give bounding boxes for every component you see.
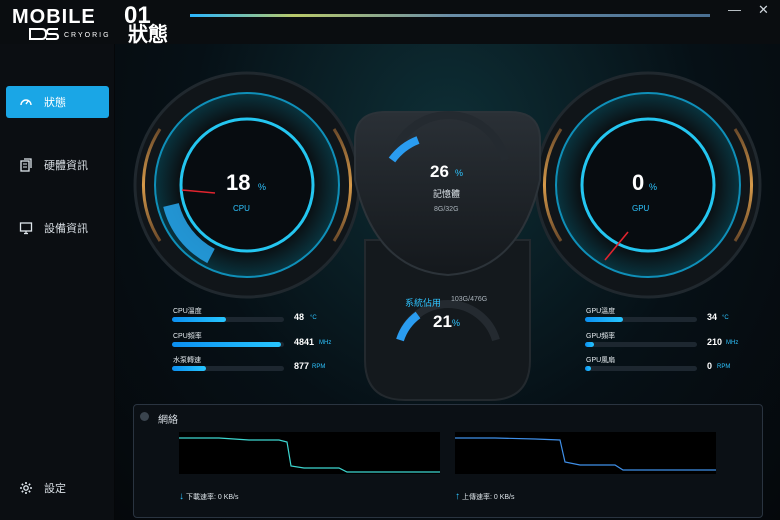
settings-label: 設定 (44, 483, 66, 495)
gpu-freq-value: 210 (707, 337, 723, 347)
cpu-temp-unit: °C (310, 315, 317, 321)
sidebar-item-label: 硬體資訊 (44, 160, 88, 172)
cpu-freq-value: 4841 (294, 337, 315, 347)
upload-graph (455, 432, 716, 474)
download-rate: ↓ 下載速率: 0 KB/s (179, 491, 239, 502)
gpu-temp-unit: °C (722, 315, 729, 321)
close-button[interactable]: ✕ (758, 2, 769, 18)
title-accent-line (190, 14, 710, 17)
watermark-sub: CRYORIG (64, 32, 111, 39)
upload-rate-unit: KB/s (499, 494, 515, 501)
gpu-usage-value: 0 (632, 170, 645, 195)
page-title: 狀態 (128, 24, 168, 46)
cpu-temp-label: CPU溫度 (173, 308, 202, 315)
upload-rate-label: 上傳速率: (461, 494, 492, 501)
cpu-gauge-label: CPU (233, 204, 250, 213)
gpu-freq-label: GPU頻率 (586, 333, 616, 340)
sidebar-item-hardware[interactable]: 硬體資訊 (6, 149, 109, 181)
pump-speed-unit: RPM (312, 364, 326, 370)
gpu-gauge-label: GPU (632, 204, 650, 213)
gpu-fan-unit: RPM (717, 364, 731, 370)
system-detail: 103G/476G (451, 296, 488, 303)
sidebar-item-status[interactable]: 狀態 (6, 86, 109, 118)
network-title: 網絡 (158, 415, 178, 426)
minimize-button[interactable]: — (728, 2, 741, 17)
gpu-usage-unit: % (649, 182, 658, 192)
download-graph (179, 432, 440, 474)
cpu-temp-value: 48 (294, 312, 305, 322)
gpu-fan-value: 0 (707, 361, 713, 371)
download-arrow-icon: ↓ (179, 491, 184, 502)
memory-usage-value: 26 (430, 162, 449, 181)
gpu-temp-label: GPU溫度 (586, 308, 616, 315)
cpu-freq-unit: MHz (319, 340, 332, 346)
upload-rate: ↑ 上傳速率: 0 KB/s (455, 491, 515, 502)
memory-usage-unit: % (455, 168, 464, 178)
gpu-fan-bar (585, 366, 697, 371)
sidebar-item-device[interactable]: 設備資訊 (6, 212, 109, 244)
pump-speed-value: 877 (294, 361, 310, 371)
monitor-icon (18, 220, 34, 236)
watermark-ds-logo (29, 28, 60, 40)
gpu-fan-label: GPU風扇 (586, 357, 616, 364)
sidebar-item-label: 狀態 (44, 97, 66, 109)
upload-line (455, 437, 716, 471)
settings-button[interactable]: 設定 (6, 472, 109, 504)
cpu-usage-value: 18 (226, 170, 251, 195)
pump-speed-label: 水泵轉速 (173, 357, 201, 364)
pump-speed-bar (172, 366, 284, 371)
upload-rate-value: 0 (493, 494, 498, 501)
download-rate-unit: KB/s (223, 494, 239, 501)
download-rate-label: 下載速率: (185, 494, 216, 501)
download-rate-value: 0 (217, 494, 222, 501)
system-usage-value: 21 (433, 312, 452, 331)
network-status-dot (140, 412, 149, 421)
cpu-temp-bar (172, 317, 284, 322)
gear-icon (18, 480, 34, 496)
upload-arrow-icon: ↑ (455, 491, 460, 502)
gpu-freq-bar (585, 342, 697, 347)
download-line (179, 437, 440, 473)
watermark-brand: MOBILE (12, 6, 96, 28)
cpu-usage-unit: % (258, 182, 267, 192)
documents-icon (18, 157, 34, 173)
cpu-freq-label: CPU頻率 (173, 333, 202, 340)
memory-detail: 8G/32G (434, 206, 459, 213)
system-usage-unit: % (452, 318, 461, 328)
sidebar-item-label: 設備資訊 (44, 223, 88, 235)
system-label: 系統佔用 (405, 298, 442, 308)
gauge-icon (18, 94, 34, 110)
gpu-gauge-inner (580, 117, 716, 253)
cpu-freq-bar (172, 342, 284, 347)
gpu-temp-bar (585, 317, 697, 322)
gpu-temp-value: 34 (707, 312, 718, 322)
memory-label: 記憶體 (433, 189, 461, 199)
gpu-freq-unit: MHz (726, 340, 739, 346)
gauge-panel (133, 71, 762, 401)
